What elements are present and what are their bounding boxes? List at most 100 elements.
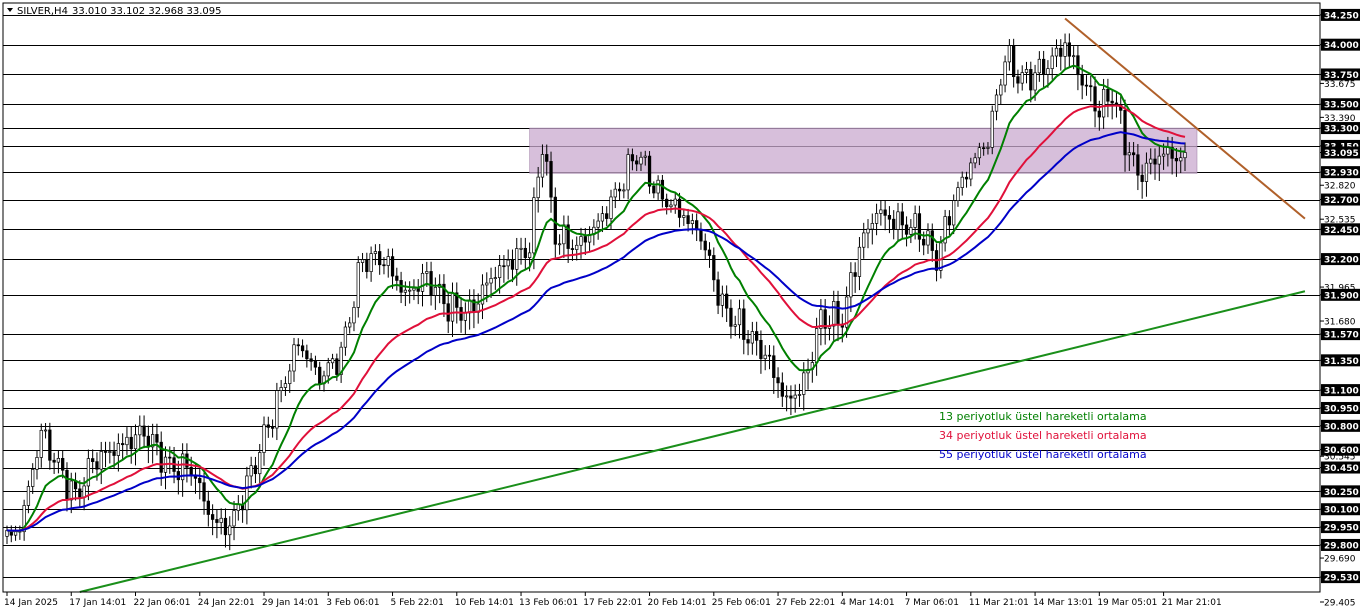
candle-body	[146, 435, 150, 448]
candle-body	[330, 358, 335, 364]
candle-body	[746, 339, 750, 344]
candle-body	[635, 160, 639, 165]
candle-body	[1084, 84, 1089, 87]
candle-body	[793, 394, 797, 399]
candle-body	[318, 366, 322, 385]
time-tick-label: 24 Jan 22:01	[198, 598, 255, 608]
candle-body	[373, 251, 378, 254]
candle-body	[65, 469, 69, 501]
candle-body	[682, 215, 686, 218]
candle-body	[660, 179, 665, 200]
candle-body	[1106, 88, 1110, 102]
candle-body	[206, 500, 210, 515]
candle-body	[647, 155, 652, 187]
candle-body	[489, 278, 493, 284]
candle-body	[960, 176, 964, 188]
candle-body	[982, 147, 986, 150]
candle-body	[125, 436, 129, 446]
candle-body	[733, 324, 737, 327]
chart-header: SILVER,H4 33.010 33.102 32.968 33.095	[7, 6, 222, 17]
price-tick-label: 33.500	[1324, 101, 1359, 111]
candle-body	[896, 211, 900, 230]
candle-body	[1174, 157, 1179, 162]
candle-body	[288, 370, 292, 384]
candle-body	[523, 247, 527, 258]
candle-body	[900, 211, 904, 226]
candle-body	[412, 287, 416, 291]
candle-body	[61, 458, 65, 471]
candle-body	[1020, 72, 1024, 84]
candle-body	[43, 429, 48, 432]
candle-body	[95, 461, 99, 470]
candle-body	[365, 259, 369, 272]
candle-body	[699, 229, 703, 242]
candle-body	[450, 292, 455, 322]
candle-body	[249, 465, 253, 477]
candle-body	[1101, 88, 1106, 118]
legend-entry-ema-13: 13 periyotluk üstel hareketli ortalama	[939, 410, 1147, 423]
candle-body	[866, 228, 870, 234]
price-tick-label: 32.450	[1324, 226, 1359, 236]
price-tick-label: 30.250	[1324, 488, 1359, 498]
candle-body	[1140, 174, 1144, 182]
candle-body	[202, 482, 206, 502]
candle-body	[168, 456, 172, 459]
time-tick-label: 14 Mar 13:01	[1033, 598, 1093, 608]
candle-body	[506, 259, 510, 267]
candle-body	[536, 176, 540, 199]
legend-entry-ema-34: 34 periyotluk üstel hareketli ortalama	[939, 429, 1147, 442]
candle-body	[892, 218, 896, 230]
candle-body	[1024, 69, 1029, 73]
candle-body	[1059, 47, 1063, 57]
price-tick-label: 32.930	[1324, 169, 1359, 179]
candle-body	[652, 185, 656, 194]
candle-body	[999, 84, 1003, 96]
candle-body	[1183, 152, 1187, 159]
time-tick-label: 22 Jan 06:01	[134, 598, 191, 608]
candle-body	[420, 272, 425, 292]
candle-body	[1127, 152, 1131, 156]
candle-body	[686, 215, 690, 224]
candle-body	[1136, 154, 1140, 176]
price-tick-label: 29.800	[1324, 541, 1359, 551]
candle-body	[219, 517, 223, 523]
candle-body	[1149, 158, 1153, 164]
candle-body	[1080, 74, 1084, 86]
candle-body	[626, 154, 630, 191]
candle-body	[887, 215, 892, 220]
candle-body	[617, 188, 622, 192]
candle-body	[360, 259, 365, 263]
candle-body	[1016, 76, 1020, 84]
candle-body	[849, 272, 853, 298]
candle-body	[356, 262, 360, 308]
legend: 13 periyotluk üstel hareketli ortalama 34…	[939, 410, 1147, 461]
candle-body	[527, 252, 532, 258]
candle-body	[1157, 155, 1161, 165]
candle-body	[116, 443, 121, 456]
candle-body	[1153, 158, 1157, 165]
candle-body	[69, 480, 73, 501]
candle-body	[673, 198, 677, 206]
candle-body	[155, 434, 159, 443]
price-tick-label: 30.100	[1324, 506, 1359, 516]
candle-body	[707, 249, 712, 256]
candle-body	[862, 232, 866, 248]
candle-body	[763, 354, 767, 359]
candle-body	[1166, 147, 1170, 155]
time-tick-label: 14 Jan 2025	[4, 598, 58, 608]
price-chart[interactable]: 34.25034.00033.75033.67533.50033.39033.3…	[0, 0, 1362, 611]
candle-body	[532, 197, 536, 254]
legend-entry-ema-55: 55 periyotluk üstel hareketli ortalama	[939, 448, 1147, 461]
candle-body	[870, 223, 874, 230]
price-tick-label: 33.675	[1324, 80, 1356, 90]
candle-body	[994, 94, 999, 112]
candle-body	[545, 154, 549, 162]
candle-body	[802, 372, 806, 395]
candle-body	[52, 459, 56, 463]
candle-body	[121, 443, 125, 446]
candle-body	[305, 350, 309, 360]
price-tick-label: 31.350	[1324, 357, 1359, 367]
candle-body	[1144, 162, 1149, 182]
time-tick-label: 29 Jan 14:01	[262, 598, 319, 608]
candle-body	[262, 424, 266, 453]
